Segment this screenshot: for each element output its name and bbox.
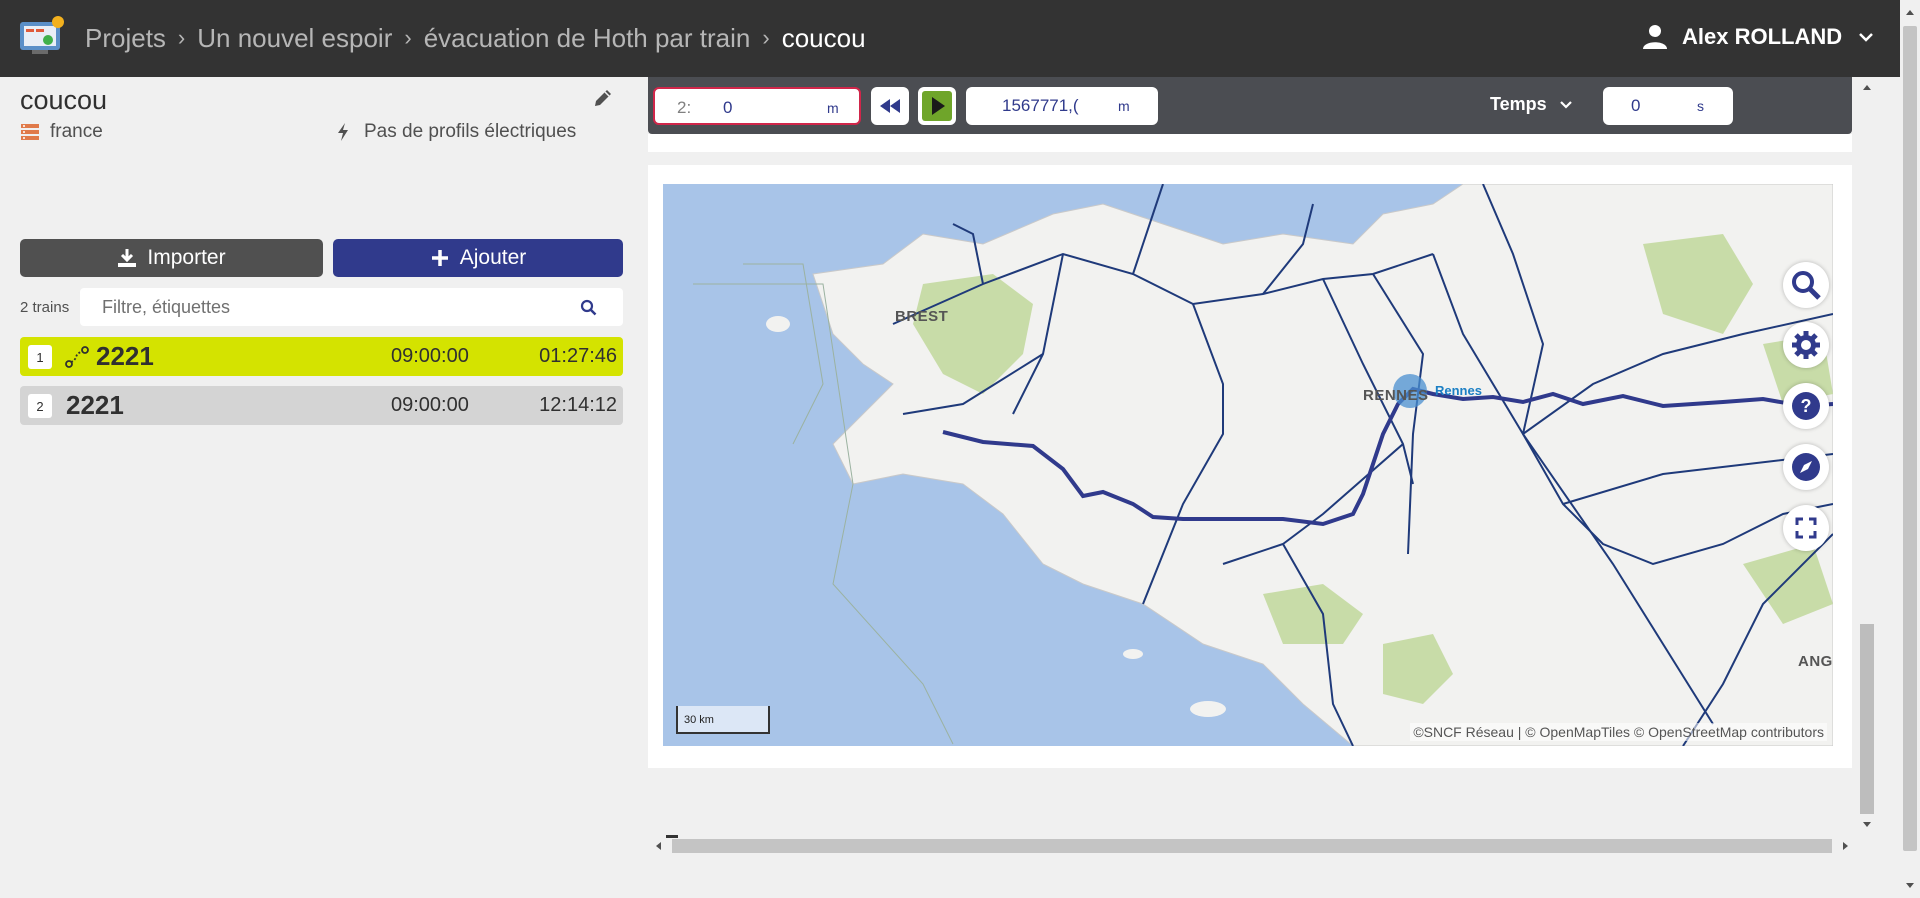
add-label: Ajouter xyxy=(459,246,527,269)
trains-count: 2 trains xyxy=(20,299,70,316)
train-departure: 09:00:00 xyxy=(391,394,469,416)
position-value-prefix: 2: xyxy=(677,98,692,117)
breadcrumb-projects[interactable]: Projets xyxy=(85,23,166,54)
timetable-title: coucou xyxy=(20,85,108,115)
play-button[interactable] xyxy=(918,87,956,125)
breadcrumb: Projets › Un nouvel espoir › évacuation … xyxy=(85,20,866,56)
breadcrumb-study[interactable]: évacuation de Hoth par train xyxy=(424,23,751,54)
fullscreen-icon xyxy=(1795,517,1817,539)
train-path-icon xyxy=(65,346,89,368)
mode-label: Temps xyxy=(1490,94,1547,114)
pencil-icon[interactable] xyxy=(592,87,614,109)
top-navigation-bar: Projets › Un nouvel espoir › évacuation … xyxy=(0,0,1920,77)
infrastructure-info: france xyxy=(20,121,103,143)
app-logo-icon[interactable] xyxy=(18,14,66,58)
filter-input[interactable] xyxy=(102,288,562,326)
map-help-button[interactable]: ? xyxy=(1783,383,1829,429)
map-canvas xyxy=(693,184,1833,746)
scroll-left-icon[interactable] xyxy=(654,841,662,851)
page-vertical-scrollbar[interactable] xyxy=(1900,0,1920,898)
compass-icon xyxy=(1792,453,1820,481)
chevron-right-icon: › xyxy=(762,25,770,50)
train-row[interactable]: 2 2221 09:00:00 12:14:12 xyxy=(20,386,623,425)
rewind-icon xyxy=(880,99,900,113)
train-index: 2 xyxy=(28,394,52,418)
user-name: Alex ROLLAND xyxy=(1682,24,1843,49)
infra-name: france xyxy=(50,121,103,142)
city-label-brest: BREST xyxy=(895,308,949,325)
user-icon xyxy=(1643,25,1667,49)
time-value: 0 xyxy=(1631,96,1641,115)
train-name: 2221 xyxy=(96,341,154,371)
gear-icon xyxy=(1792,331,1820,359)
station-label-rennes: Rennes xyxy=(1435,383,1482,398)
database-icon xyxy=(21,124,39,140)
scrollbar-thumb[interactable] xyxy=(1860,624,1874,814)
results-vertical-scrollbar[interactable] xyxy=(1858,77,1876,837)
help-icon: ? xyxy=(1792,392,1820,420)
filter-box xyxy=(80,288,623,326)
distance-value: 1567771,( xyxy=(1002,96,1079,115)
map-view[interactable]: BREST RENNES Rennes ANG 30 km ©SNCF Rése… xyxy=(663,184,1833,746)
distance-input[interactable]: 1567771,( m xyxy=(966,87,1158,125)
electrical-profiles-info: Pas de profils électriques xyxy=(336,121,576,143)
position-input[interactable]: 2: 0 m xyxy=(653,87,861,125)
train-name: 2221 xyxy=(66,390,124,420)
map-fullscreen-button[interactable] xyxy=(1783,505,1829,551)
results-horizontal-scrollbar[interactable] xyxy=(648,836,1858,856)
simulation-results: 2: 0 m 1567771,( m Temps 0 s BREST RENNE… xyxy=(648,77,1870,838)
chevron-down-icon xyxy=(1859,33,1874,42)
scrollbar-thumb[interactable] xyxy=(1903,26,1917,851)
map-attribution: ©SNCF Réseau | © OpenMapTiles © OpenStre… xyxy=(1410,723,1827,741)
distance-unit: m xyxy=(1118,98,1130,114)
breadcrumb-project[interactable]: Un nouvel espoir xyxy=(197,23,392,54)
time-input[interactable]: 0 s xyxy=(1603,87,1733,125)
simulation-toolbar: 2: 0 m 1567771,( m Temps 0 s xyxy=(648,77,1852,134)
user-menu[interactable]: Alex ROLLAND xyxy=(1640,20,1874,54)
chevron-down-icon xyxy=(1559,100,1572,109)
map-settings-button[interactable] xyxy=(1783,322,1829,368)
electrical-profiles-label: Pas de profils électriques xyxy=(364,121,577,142)
scroll-down-icon[interactable] xyxy=(1862,821,1872,829)
train-index: 1 xyxy=(28,345,52,369)
scrollbar-thumb[interactable] xyxy=(672,839,1832,853)
mode-select[interactable]: Temps xyxy=(1490,94,1573,115)
svg-text:?: ? xyxy=(1801,396,1812,416)
download-icon xyxy=(118,249,137,267)
search-icon[interactable] xyxy=(580,299,597,316)
map-card: BREST RENNES Rennes ANG 30 km ©SNCF Rése… xyxy=(648,165,1852,838)
city-label-angers: ANG xyxy=(1798,653,1833,670)
import-label: Importer xyxy=(147,246,226,269)
chevron-right-icon: › xyxy=(177,25,186,50)
scroll-down-icon[interactable] xyxy=(1905,882,1915,890)
add-train-button[interactable]: Ajouter xyxy=(333,239,623,277)
time-unit: s xyxy=(1697,98,1704,114)
scroll-up-icon[interactable] xyxy=(1905,8,1915,16)
scroll-up-icon[interactable] xyxy=(1862,83,1872,91)
train-arrival: 01:27:46 xyxy=(539,345,617,367)
lightning-icon xyxy=(338,123,348,141)
map-search-button[interactable] xyxy=(1783,262,1829,308)
rewind-button[interactable] xyxy=(871,87,909,125)
train-arrival: 12:14:12 xyxy=(539,394,617,416)
timetable-panel: coucou france Pas de profils électriques… xyxy=(0,77,640,898)
plus-icon xyxy=(431,250,448,266)
map-scale: 30 km xyxy=(676,706,770,734)
position-value: 0 xyxy=(723,98,733,117)
import-button[interactable]: Importer xyxy=(20,239,323,277)
train-departure: 09:00:00 xyxy=(391,345,469,367)
scroll-right-icon[interactable] xyxy=(1842,841,1850,851)
play-icon xyxy=(922,91,952,121)
chevron-right-icon: › xyxy=(404,25,412,50)
chart-card-collapsed xyxy=(648,134,1852,152)
breadcrumb-scenario: coucou xyxy=(781,22,866,53)
search-icon xyxy=(1792,271,1821,300)
position-unit: m xyxy=(827,100,839,116)
city-label-rennes: RENNES xyxy=(1363,387,1429,404)
map-north-button[interactable] xyxy=(1783,444,1829,490)
train-row[interactable]: 1 2221 09:00:00 01:27:46 xyxy=(20,337,623,376)
